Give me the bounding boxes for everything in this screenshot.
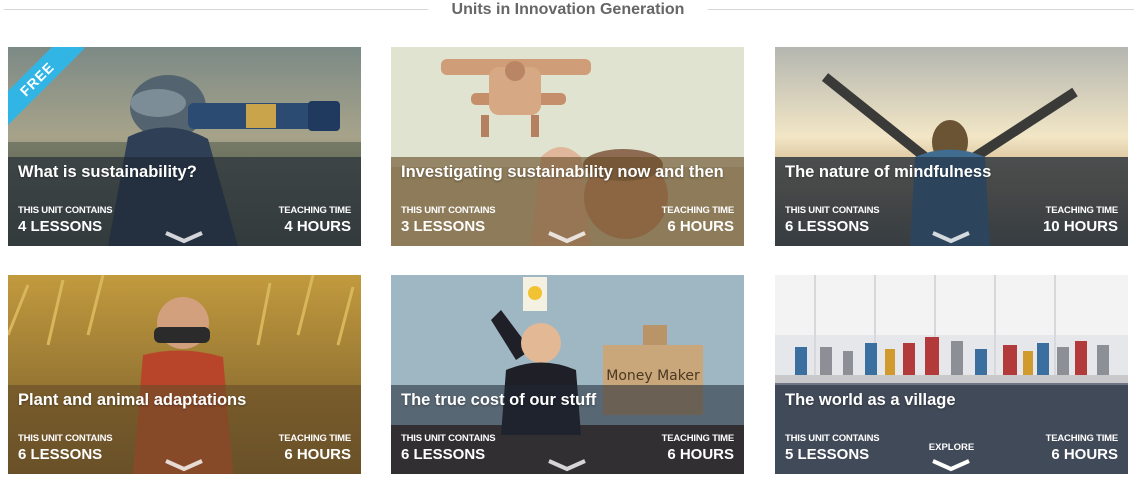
teaching-time-label: TEACHING TIME [1045, 205, 1119, 216]
unit-title: The world as a village [785, 391, 956, 409]
unit-card-world-as-village[interactable]: The world as a village THIS UNIT CONTAIN… [775, 275, 1128, 474]
free-badge: FREE [8, 47, 98, 137]
teaching-time-value: 6 HOURS [667, 218, 734, 235]
lessons-count: 6 LESSONS [18, 446, 103, 463]
explore-label[interactable]: EXPLORE [775, 442, 1128, 453]
lessons-count: 3 LESSONS [401, 218, 486, 235]
unit-title: What is sustainability? [18, 163, 197, 181]
teaching-time-label: TEACHING TIME [278, 433, 352, 444]
unit-card-true-cost-of-stuff[interactable]: Money Maker The true cost of our stuff T… [391, 275, 744, 474]
unit-card-nature-of-mindfulness[interactable]: The nature of mindfulness THIS UNIT CONT… [775, 47, 1128, 246]
chevron-down-icon[interactable] [931, 458, 971, 472]
unit-card-plant-animal-adaptations[interactable]: Plant and animal adaptations THIS UNIT C… [8, 275, 361, 474]
lessons-count: 6 LESSONS [785, 218, 870, 235]
unit-card-investigating-sustainability[interactable]: Investigating sustainability now and the… [391, 47, 744, 246]
lessons-label: THIS UNIT CONTAINS [785, 205, 880, 216]
chevron-down-icon[interactable] [547, 230, 587, 244]
chevron-down-icon[interactable] [931, 230, 971, 244]
teaching-time-value: 6 HOURS [667, 446, 734, 463]
chevron-down-icon[interactable] [164, 230, 204, 244]
unit-card-what-is-sustainability[interactable]: FREE What is sustainability? THIS UNIT C… [8, 47, 361, 246]
lessons-label: THIS UNIT CONTAINS [401, 205, 496, 216]
teaching-time-value: 10 HOURS [1042, 218, 1118, 235]
teaching-time-label: TEACHING TIME [661, 433, 735, 444]
unit-title: The nature of mindfulness [785, 163, 992, 181]
unit-title: Investigating sustainability now and the… [401, 163, 724, 181]
teaching-time-value: 6 HOURS [284, 446, 351, 463]
teaching-time-value: 4 HOURS [284, 218, 351, 235]
lessons-label: THIS UNIT CONTAINS [18, 433, 113, 444]
lessons-label: THIS UNIT CONTAINS [401, 433, 496, 444]
section-heading: Units in Innovation Generation [0, 0, 1138, 20]
lessons-count: 6 LESSONS [401, 446, 486, 463]
teaching-time-label: TEACHING TIME [661, 205, 735, 216]
chevron-down-icon[interactable] [164, 458, 204, 472]
heading-divider-left [4, 9, 428, 10]
unit-title: Plant and animal adaptations [18, 391, 247, 409]
money-maker-box-text: Money Maker [606, 368, 700, 384]
heading-divider-right [708, 9, 1134, 10]
lessons-count: 4 LESSONS [18, 218, 103, 235]
chevron-down-icon[interactable] [547, 458, 587, 472]
unit-title: The true cost of our stuff [401, 391, 597, 409]
lessons-label: THIS UNIT CONTAINS [18, 205, 113, 216]
teaching-time-label: TEACHING TIME [278, 205, 352, 216]
page-title: Units in Innovation Generation [451, 1, 685, 18]
